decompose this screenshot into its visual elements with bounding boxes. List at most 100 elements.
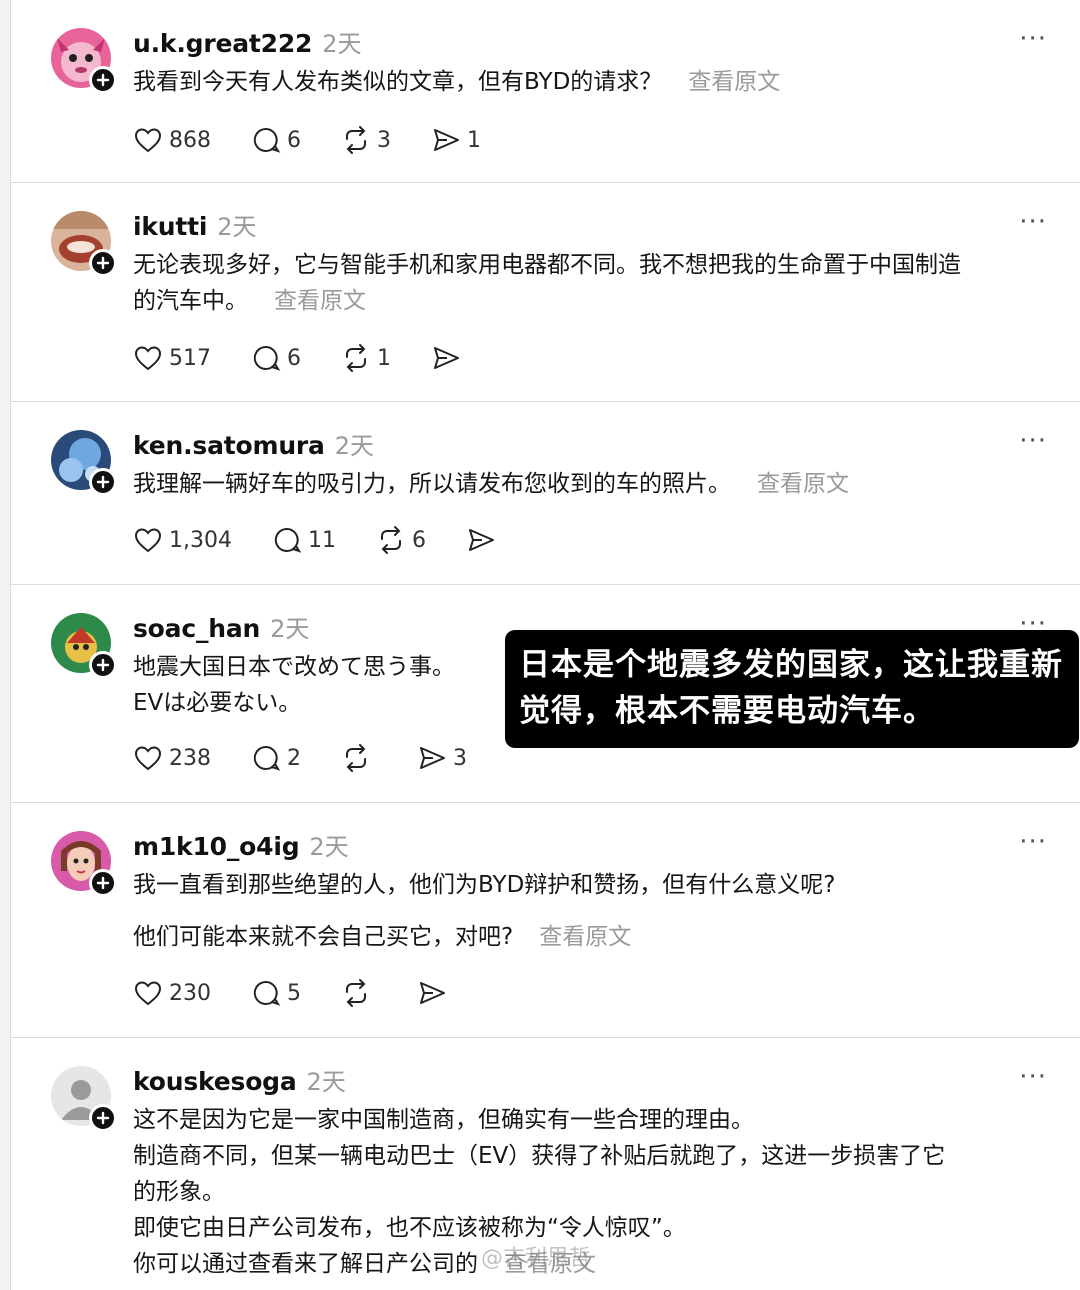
view-original-link[interactable]: 查看原文 [539,924,631,950]
username[interactable]: u.k.great222 [133,29,312,58]
share-button[interactable] [466,525,502,555]
like-button[interactable]: 238 [133,743,211,773]
share-button[interactable] [431,343,467,373]
reply-count: 5 [287,980,301,1006]
follow-plus-icon[interactable] [89,869,117,897]
follow-plus-icon[interactable] [89,651,117,679]
post-time: 2天 [309,833,349,861]
post-actions: 517 6 1 [133,340,507,376]
share-button[interactable] [417,978,453,1008]
username[interactable]: ikutti [133,212,207,241]
share-button[interactable]: 3 [417,743,467,773]
post-actions: 868 6 3 1 [133,122,521,158]
more-options-icon[interactable]: ··· [1019,24,1047,54]
like-count: 868 [169,127,211,153]
like-count: 238 [169,745,211,771]
reply-count: 6 [287,127,301,153]
repost-button[interactable]: 3 [341,125,391,155]
reply-button[interactable]: 11 [272,525,336,555]
post-time: 2天 [306,1068,346,1096]
post-text: 我看到今天有人发布类似的文章，但有BYD的请求？ 查看原文 [133,64,1053,100]
send-icon [468,529,494,551]
share-count: 3 [453,745,467,771]
comment-icon [253,745,281,771]
more-options-icon[interactable]: ··· [1019,827,1047,857]
subtitle-overlay: 日本是个地震多发的国家，这让我重新觉得，根本不需要电动汽车。 [505,630,1079,748]
heart-icon [134,746,162,771]
like-count: 1,304 [169,527,232,553]
comment-icon [274,527,302,553]
post-time: 2天 [270,615,310,643]
watermark: @吉利思哲 [481,1246,592,1271]
repost-button[interactable]: 1 [341,343,391,373]
post-text-line: 你可以通过查看来了解日产公司的 [133,1251,478,1277]
post-text-line: 我理解一辆好车的吸引力，所以请发布您收到的车的照片。 [133,471,731,497]
follow-plus-icon[interactable] [89,1104,117,1132]
view-original-link[interactable]: 查看原文 [274,288,366,314]
username[interactable]: soac_han [133,614,260,643]
reply-button[interactable]: 2 [251,743,301,773]
repost-button[interactable] [341,743,377,773]
post: ken.satomura 2天 ··· 我理解一辆好车的吸引力，所以请发布您收到的… [11,402,1080,585]
like-button[interactable]: 230 [133,978,211,1008]
avatar[interactable] [51,831,117,897]
repost-icon [346,979,366,1007]
post-text: 无论表现多好，它与智能手机和家用电器都不同。我不想把我的生命置于中国制造 的汽车… [133,247,1053,319]
view-original-link[interactable]: 查看原文 [688,69,780,95]
share-button[interactable]: 1 [431,125,481,155]
avatar[interactable] [51,430,117,496]
avatar[interactable] [51,28,117,94]
comment-icon [253,127,281,153]
post-text: 我一直看到那些绝望的人，他们为BYD辩护和赞扬，但有什么意义呢? 他们可能本来就… [133,859,1053,963]
post-text-line: 我一直看到那些绝望的人，他们为BYD辩护和赞扬，但有什么意义呢? [133,872,836,898]
repost-count: 6 [411,527,426,553]
repost-count: 3 [377,127,391,153]
post-text-line: 这不是因为它是一家中国制造商，但确实有一些合理的理由。 [133,1107,754,1133]
more-options-icon[interactable]: ··· [1019,426,1047,456]
post-actions: 230 5 [133,975,493,1011]
post-text: 我理解一辆好车的吸引力，所以请发布您收到的车的照片。 查看原文 [133,466,1053,502]
reply-button[interactable]: 6 [251,125,301,155]
post-time: 2天 [334,432,375,460]
repost-icon [380,526,401,554]
repost-button[interactable] [341,978,377,1008]
comment-icon [253,345,281,371]
like-button[interactable]: 868 [133,125,211,155]
repost-icon [346,344,366,372]
reply-button[interactable]: 5 [251,978,301,1008]
post-text-line: 的汽车中。 [133,288,248,314]
post-text-line: 即使它由日产公司发布，也不应该被称为“令人惊叹”。 [133,1215,686,1241]
send-icon [420,982,445,1004]
view-original-link[interactable]: 查看原文 [757,471,849,497]
username[interactable]: m1k10_o4ig [133,832,300,861]
like-button[interactable]: 517 [133,343,211,373]
repost-button[interactable]: 6 [376,525,426,555]
heart-icon [134,981,162,1006]
post-time: 2天 [322,30,362,58]
post: ikutti 2天 ··· 无论表现多好，它与智能手机和家用电器都不同。我不想把我… [11,183,1080,402]
more-options-icon[interactable]: ··· [1019,207,1047,237]
follow-plus-icon[interactable] [89,66,117,94]
like-count: 230 [169,980,211,1006]
reply-button[interactable]: 6 [251,343,301,373]
follow-plus-icon[interactable] [89,249,117,277]
avatar[interactable] [51,1066,117,1132]
post-text-line: 他们可能本来就不会自己买它，对吧? [133,924,514,950]
avatar[interactable] [51,211,117,277]
username[interactable]: ken.satomura [133,431,325,460]
post-text-line: 我看到今天有人发布类似的文章，但有BYD的请求？ [133,69,663,95]
follow-plus-icon[interactable] [89,468,117,496]
heart-icon [134,346,162,371]
more-options-icon[interactable]: ··· [1019,1062,1047,1092]
post-text-line: 制造商不同，但某一辆电动巴士（EV）获得了补贴后就跑了，这进一步损害了它 [133,1143,946,1169]
share-count: 1 [467,127,481,153]
send-icon [434,129,459,151]
post: u.k.great222 2天 ··· 我看到今天有人发布类似的文章，但有BYD的… [11,0,1080,183]
reply-count: 11 [307,527,336,553]
post-actions: 1,304 11 6 [133,522,542,558]
threads-feed: u.k.great222 2天 ··· 我看到今天有人发布类似的文章，但有BYD的… [10,0,1080,1290]
username[interactable]: kouskesoga [133,1067,297,1096]
like-button[interactable]: 1,304 [133,525,232,555]
avatar[interactable] [51,613,117,679]
comment-icon [253,980,281,1006]
